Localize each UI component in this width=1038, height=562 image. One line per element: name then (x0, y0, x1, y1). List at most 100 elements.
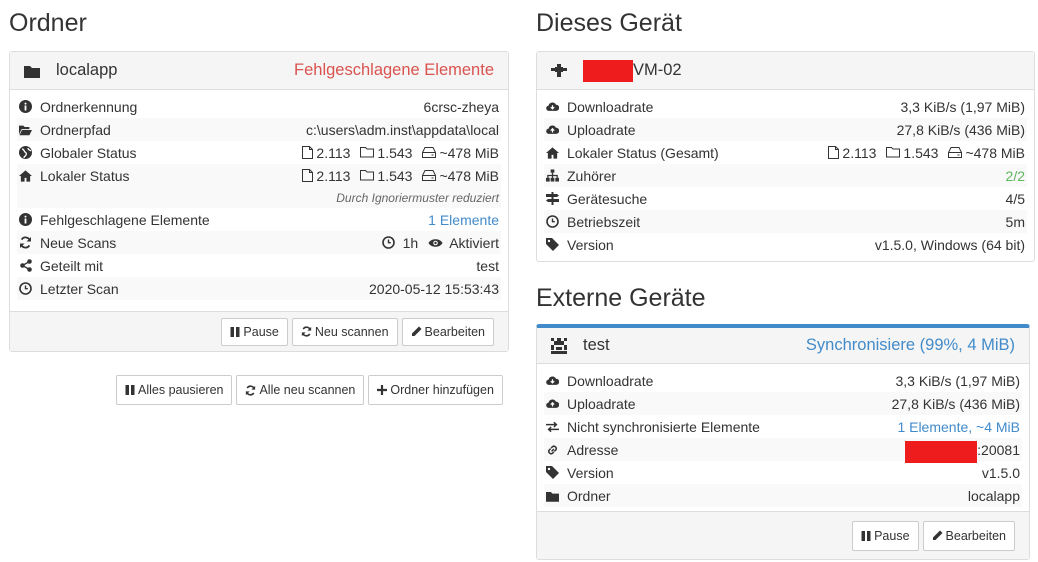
remote-addr-suffix: :20081 (977, 441, 1020, 458)
this-version-value: v1.5.0, Windows (64 bit) (874, 236, 1025, 253)
remote-oos-link[interactable]: 1 Elemente, ~4 MiB (897, 419, 1020, 435)
remote-folders-row: Ordner localapp (544, 484, 1022, 507)
redacted-device-name (583, 59, 633, 82)
file-icon (828, 146, 840, 159)
clock-icon (546, 215, 559, 228)
refresh-icon (19, 236, 32, 249)
this-device-header[interactable]: VM-02 (537, 52, 1034, 90)
this-device-heading: Dieses Gerät (536, 9, 682, 37)
folder-local-dirs: 1.543 (377, 167, 413, 184)
folder-panel-header[interactable]: localapp Fehlgeschlagene Elemente (10, 52, 508, 90)
remote-device-header[interactable]: test Synchronisiere (99%, 4 MiB) (537, 328, 1029, 364)
folder-rescan-label: Neue Scans (40, 234, 117, 251)
device-identicon (551, 63, 567, 79)
remote-up-label: Uploadrate (567, 395, 636, 412)
file-icon (302, 169, 314, 182)
global-folder-actions: Alles pausieren Alle neu scannen Ordner … (116, 375, 503, 405)
folder-open-icon (19, 123, 32, 136)
this-down-row: Downloadrate 3,3 KiB/s (1,97 MiB) (544, 95, 1027, 118)
hdd-icon (422, 147, 437, 158)
folder-outline-icon (360, 170, 375, 181)
file-icon (302, 146, 314, 159)
cloud-upload-icon (546, 123, 559, 136)
folder-pause-button[interactable]: Pause (221, 317, 288, 346)
folder-ignore-note: Durch Ignoriermuster reduziert (336, 190, 499, 205)
remote-addr-row: Adresse :20081 (544, 438, 1022, 463)
sitemap-icon (546, 169, 559, 182)
pause-icon (230, 326, 240, 337)
globe-icon (19, 146, 32, 159)
home-icon (546, 146, 559, 159)
folder-rescan-value: 1h Aktiviert (372, 235, 499, 251)
folder-global-value: 2.113 1.543 ~478 MiB (292, 145, 499, 161)
folder-outline-icon (360, 147, 375, 158)
folder-rescan-interval: 1h (402, 234, 419, 251)
folder-global-label: Globaler Status (40, 144, 137, 161)
pause-all-button[interactable]: Alles pausieren (116, 375, 233, 405)
folder-path-label: Ordnerpfad (40, 121, 111, 138)
folder-shared-value: test (476, 257, 499, 274)
folder-rescan-row: Neue Scans 1h Aktiviert (17, 231, 501, 254)
folder-global-files: 2.113 (316, 144, 351, 161)
this-listeners-label: Zuhörer (567, 167, 617, 184)
this-local-label: Lokaler Status (Gesamt) (567, 144, 719, 161)
remote-device-status: Synchronisiere (99%, 4 MiB) (805, 336, 1015, 354)
remote-oos-label: Nicht synchronisierte Elemente (567, 418, 760, 435)
folder-lastscan-label: Letzter Scan (40, 280, 119, 297)
folder-name: localapp (56, 61, 118, 79)
hdd-icon (948, 147, 963, 158)
refresh-icon (246, 384, 256, 396)
remote-device-details: Downloadrate 3,3 KiB/s (1,97 MiB) Upload… (537, 364, 1029, 511)
eye-icon (428, 238, 443, 247)
remote-devices-heading: Externe Geräte (536, 284, 706, 312)
this-local-files: 2.113 (842, 144, 877, 161)
remote-version-value: v1.5.0 (981, 464, 1020, 481)
remote-up-value: 27,8 KiB/s (436 MiB) (891, 395, 1020, 412)
folder-global-row: Globaler Status 2.113 1.543 ~478 MiB (17, 141, 501, 164)
folder-local-files: 2.113 (316, 167, 351, 184)
remote-folders-value: localapp (967, 487, 1020, 504)
folder-id-label: Ordnerkennung (40, 98, 138, 115)
this-version-row: Version v1.5.0, Windows (64 bit) (544, 233, 1027, 256)
link-icon (546, 443, 559, 456)
pause-icon (861, 530, 871, 541)
rescan-all-button[interactable]: Alle neu scannen (236, 375, 365, 405)
this-device-name: VM-02 (633, 61, 682, 79)
folder-local-label: Lokaler Status (40, 167, 130, 184)
redacted-address (905, 440, 978, 463)
remote-device-panel: test Synchronisiere (99%, 4 MiB) Downloa… (536, 324, 1030, 560)
remote-version-row: Version v1.5.0 (544, 461, 1022, 484)
remote-up-row: Uploadrate 27,8 KiB/s (436 MiB) (544, 392, 1022, 415)
pencil-icon (411, 326, 422, 336)
folder-global-dirs: 1.543 (377, 144, 413, 161)
add-folder-button[interactable]: Ordner hinzufügen (368, 375, 503, 405)
remote-device-footer: Pause Bearbeiten (537, 511, 1029, 559)
this-up-value: 27,8 KiB/s (436 MiB) (896, 121, 1025, 138)
folder-local-size: ~478 MiB (439, 167, 499, 184)
info-icon (19, 213, 32, 226)
this-local-value: 2.113 1.543 ~478 MiB (818, 145, 1025, 161)
folder-status: Fehlgeschlagene Elemente (294, 61, 494, 79)
this-discovery-row: Gerätesuche 4/5 (544, 187, 1027, 210)
this-version-label: Version (567, 236, 614, 253)
remote-down-label: Downloadrate (567, 372, 654, 389)
this-local-size: ~478 MiB (965, 144, 1025, 161)
folder-rescan-button[interactable]: Neu scannen (291, 317, 398, 346)
folder-shared-label: Geteilt mit (40, 257, 104, 274)
folder-id-row: Ordnerkennung 6crsc-zheya (17, 95, 501, 118)
folder-failed-label: Fehlgeschlagene Elemente (40, 211, 210, 228)
folder-failed-link[interactable]: 1 Elemente (428, 212, 499, 228)
this-local-dirs: 1.543 (903, 144, 939, 161)
remote-edit-button[interactable]: Bearbeiten (922, 520, 1015, 551)
this-discovery-value: 4/5 (1005, 190, 1025, 207)
folder-rescan-watch: Aktiviert (449, 234, 499, 251)
remote-device-name: test (583, 336, 610, 354)
folder-icon (546, 489, 559, 502)
remote-version-label: Version (567, 464, 614, 481)
clock-icon (381, 236, 395, 249)
folder-panel-footer: Pause Neu scannen Bearbeiten (10, 311, 508, 351)
folder-lastscan-value: 2020-05-12 15:53:43 (369, 280, 499, 297)
remote-pause-button[interactable]: Pause (852, 520, 919, 551)
folder-edit-button[interactable]: Bearbeiten (401, 317, 494, 346)
this-device-details: Downloadrate 3,3 KiB/s (1,97 MiB) Upload… (537, 90, 1034, 260)
